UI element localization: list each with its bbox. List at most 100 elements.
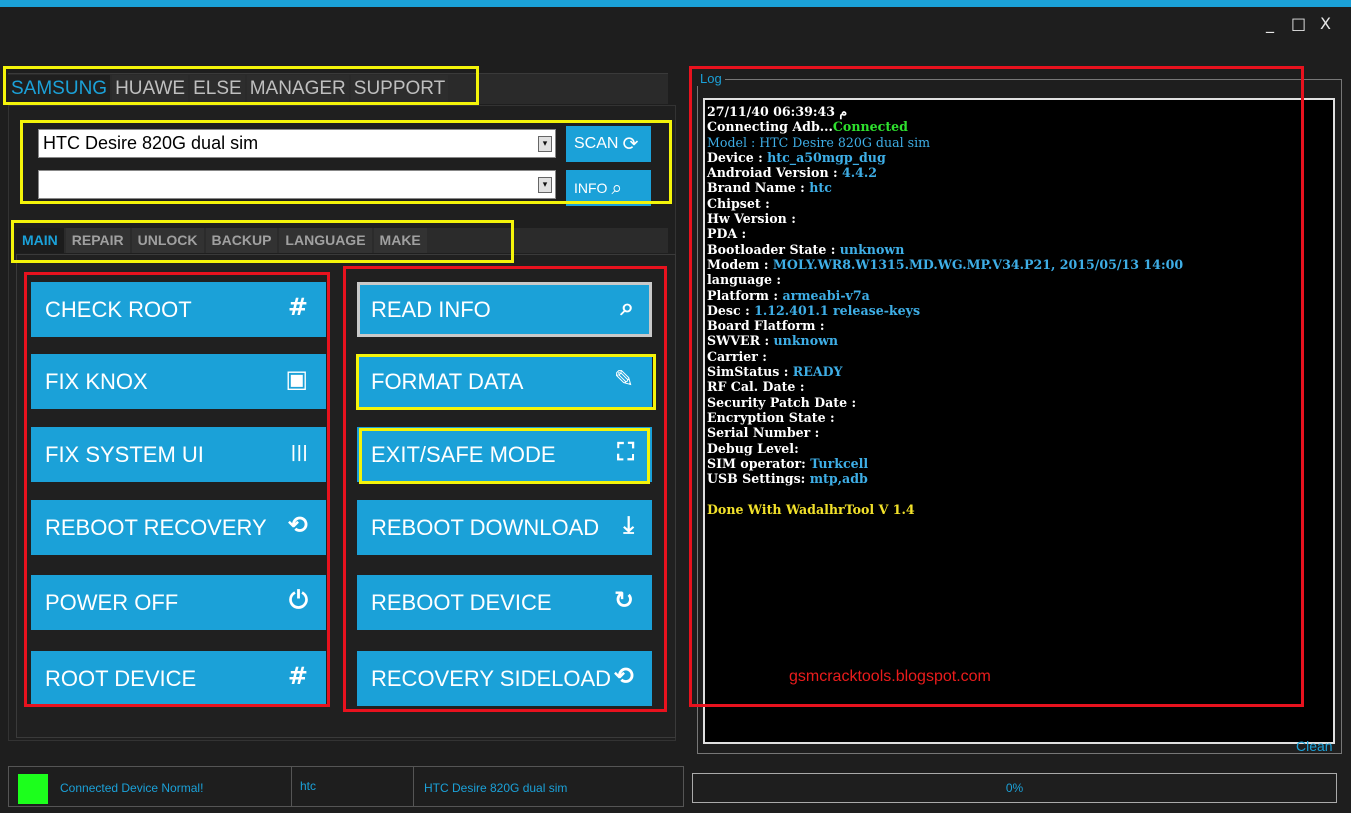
button-label: READ INFO (371, 296, 491, 322)
button-label: CHECK ROOT (45, 296, 192, 322)
reboot-recovery-button[interactable]: REBOOT RECOVERY ⟲ (31, 500, 326, 555)
tab-manager[interactable]: MANAGER (246, 75, 349, 103)
tab-unlock[interactable]: UNLOCK (131, 228, 204, 253)
chip-icon: ▣ (285, 365, 308, 393)
status-brand: htc (300, 779, 317, 793)
reboot-device-button[interactable]: REBOOT DEVICE ↻ (357, 575, 652, 630)
button-label: EXIT/SAFE MODE (371, 441, 556, 467)
log-key: PDA : (707, 226, 747, 242)
log-legend: Log (697, 71, 725, 86)
log-key: RF Cal. Date : (707, 379, 805, 395)
tab-samsung[interactable]: SAMSUNG (8, 75, 111, 103)
log-value: 1.12.401.1 release-keys (754, 302, 921, 318)
chevron-down-icon[interactable]: ▾ (538, 177, 552, 193)
log-key: Brand Name : (707, 180, 810, 196)
log-key: Serial Number : (707, 425, 820, 441)
log-key: Androiad Version : (707, 165, 843, 181)
log-key: Hw Version : (707, 211, 796, 227)
status-model: HTC Desire 820G dual sim (424, 781, 568, 795)
log-key: Carrier : (707, 348, 767, 364)
button-label: ROOT DEVICE (45, 665, 197, 691)
log-key: Bootloader State : (707, 241, 840, 257)
tab-make[interactable]: MAKE (373, 228, 427, 253)
log-value: Turkcell (810, 455, 869, 471)
log-value: READY (792, 364, 843, 380)
device-select[interactable]: HTC Desire 820G dual sim ▾ (38, 129, 556, 158)
log-value: unknown (839, 241, 905, 257)
button-label: REBOOT DEVICE (371, 589, 552, 615)
function-tab-bar: MAIN REPAIR UNLOCK BACKUP LANGUAGE MAKE (16, 228, 668, 253)
log-key: Platform : (707, 287, 783, 303)
log-key: Device : (707, 149, 768, 165)
close-button[interactable]: X (1320, 14, 1331, 33)
clean-link[interactable]: Clean (1296, 738, 1333, 754)
log-timestamp: 27/11/40 06:39:43 م (707, 104, 848, 119)
watermark-text: gsmcracktools.blogspot.com (789, 668, 991, 685)
log-key: Desc : (707, 302, 755, 318)
log-key: language : (707, 272, 782, 288)
log-value: armeabi-v7a (782, 287, 870, 303)
recovery-sideload-button[interactable]: RECOVERY SIDELOAD ⟲ (357, 651, 652, 706)
recovery-icon: ⟲ (287, 511, 308, 539)
edit-icon: ✎ (613, 365, 634, 393)
brand-tab-bar: SAMSUNG HUAWE ELSE MANAGER SUPPORT (8, 73, 668, 104)
status-divider (291, 767, 292, 807)
format-data-button[interactable]: FORMAT DATA ✎ (357, 354, 652, 409)
maximize-button[interactable]: □ (1291, 14, 1306, 33)
power-off-button[interactable]: POWER OFF ⏻ (31, 575, 326, 630)
button-label: FORMAT DATA (371, 368, 524, 394)
tab-language[interactable]: LANGUAGE (279, 228, 372, 253)
restart-icon: ↻ (613, 586, 634, 614)
info-button[interactable]: INFO ⌕ (566, 170, 651, 206)
button-label: FIX SYSTEM UI (45, 441, 204, 467)
minimize-button[interactable]: _ (1266, 14, 1274, 33)
log-value: htc_a50mgp_dug (767, 149, 886, 165)
tab-else[interactable]: ELSE (190, 75, 245, 103)
log-output[interactable]: 27/11/40 06:39:43 م Connecting Adb...Con… (703, 98, 1335, 744)
reboot-download-button[interactable]: REBOOT DOWNLOAD ⤓ (357, 500, 652, 555)
tab-main[interactable]: MAIN (16, 228, 64, 253)
log-key: SimStatus : (707, 364, 793, 380)
read-info-button[interactable]: READ INFO ⌕ (357, 282, 652, 337)
chevron-down-icon[interactable]: ▾ (538, 136, 552, 152)
log-key: Chipset : (707, 195, 770, 211)
button-label: REBOOT RECOVERY (45, 514, 267, 540)
search-icon: ⌕ (611, 177, 623, 199)
check-root-button[interactable]: CHECK ROOT # (31, 282, 326, 337)
progress-bar: 0% (692, 773, 1337, 803)
exit-safe-mode-button[interactable]: EXIT/SAFE MODE ⛶ (357, 427, 652, 482)
power-icon: ⏻ (289, 586, 308, 614)
button-label: RECOVERY SIDELOAD (371, 665, 612, 691)
equalizer-icon: ||| (290, 442, 308, 461)
button-label: REBOOT DOWNLOAD (371, 514, 600, 540)
tab-huawe[interactable]: HUAWE (112, 75, 189, 103)
scan-button[interactable]: SCAN ⟳ (566, 126, 651, 162)
device-select-value: HTC Desire 820G dual sim (43, 133, 259, 153)
fix-knox-button[interactable]: FIX KNOX ▣ (31, 354, 326, 409)
hash-icon: # (287, 662, 308, 690)
tab-support[interactable]: SUPPORT (350, 75, 449, 103)
log-key: USB Settings: (707, 471, 810, 487)
download-icon: ⤓ (623, 511, 634, 539)
hash-icon: # (287, 293, 308, 321)
secondary-select[interactable]: ▾ (38, 170, 556, 199)
log-value: MOLY.WR8.W1315.MD.WG.MP.V34.P21, 2015/05… (772, 256, 1184, 272)
button-label: POWER OFF (45, 589, 179, 615)
tab-repair[interactable]: REPAIR (65, 228, 130, 253)
connection-indicator (18, 774, 48, 804)
root-device-button[interactable]: ROOT DEVICE # (31, 651, 326, 706)
log-key: Encryption State : (707, 409, 835, 425)
recovery-icon: ⟲ (613, 662, 634, 690)
tab-backup[interactable]: BACKUP (205, 228, 278, 253)
button-label: FIX KNOX (45, 368, 148, 394)
log-value: Connected (832, 119, 908, 135)
log-done-message: Done With WadalhrTool V 1.4 (707, 501, 915, 517)
log-key: Modem : (707, 256, 773, 272)
log-value: 4.4.2 (842, 165, 878, 181)
progress-text: 0% (1005, 781, 1024, 795)
window-top-accent (0, 0, 1351, 7)
scan-button-label: SCAN (574, 135, 619, 152)
fix-system-ui-button[interactable]: FIX SYSTEM UI ||| (31, 427, 326, 482)
log-key: SWVER : (707, 333, 774, 349)
log-key: Model : (707, 134, 760, 150)
